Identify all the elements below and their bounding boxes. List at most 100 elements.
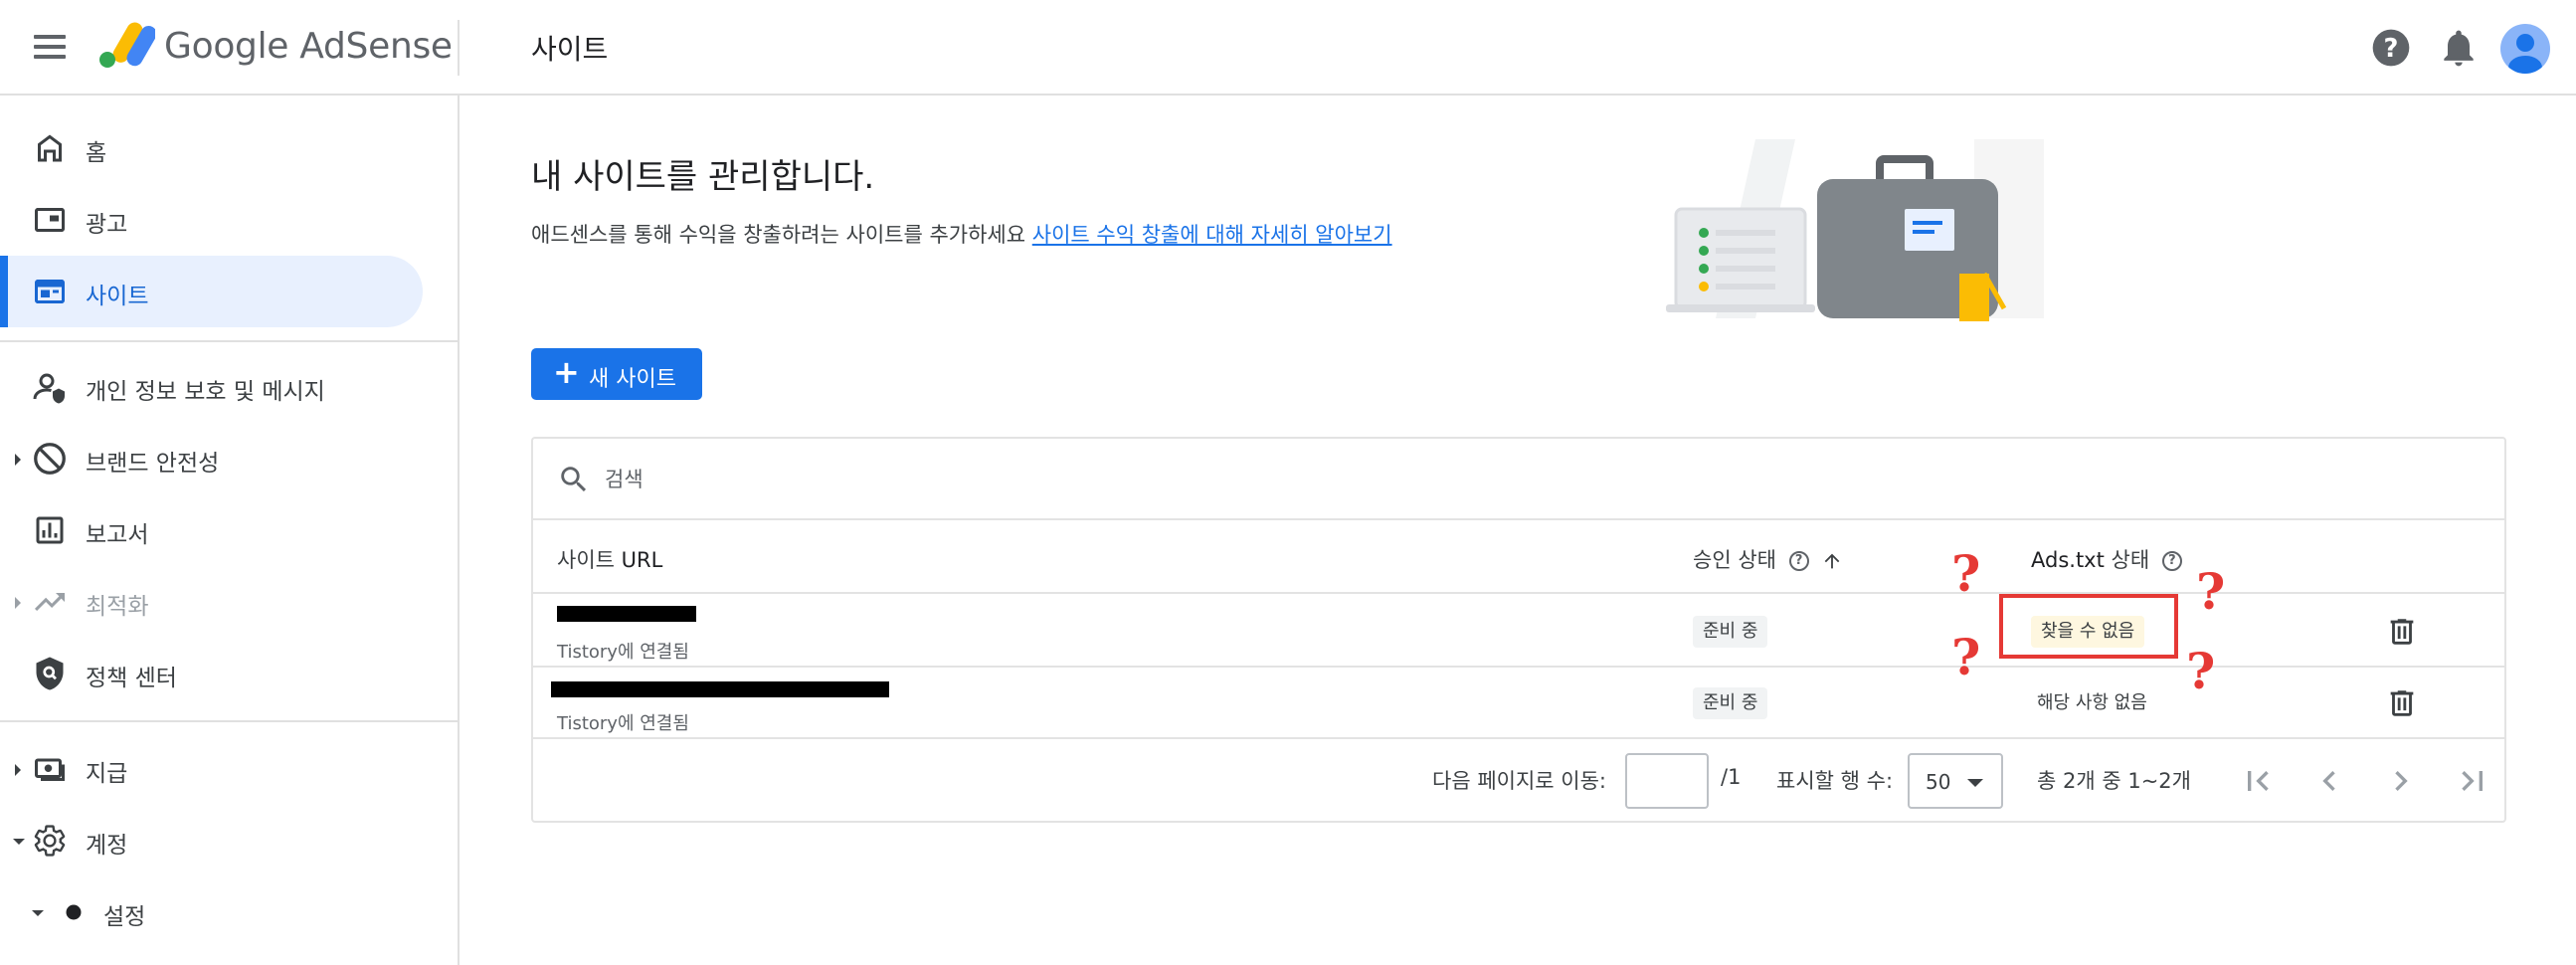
policy-shield-icon — [36, 657, 64, 690]
sidebar-item-policy-center[interactable]: 정책 센터 — [0, 638, 423, 709]
sidebar-item-label: 사이트 — [86, 284, 149, 309]
collapse-caret-icon[interactable] — [32, 910, 44, 916]
header-divider — [458, 20, 460, 76]
sites-icon — [35, 280, 65, 303]
sidebar-divider — [0, 340, 458, 342]
reports-icon — [36, 516, 64, 544]
notifications-icon[interactable] — [2437, 26, 2481, 70]
account-avatar[interactable] — [2500, 24, 2550, 74]
sidebar-item-privacy-messaging[interactable]: 개인 정보 보호 및 메시지 — [0, 351, 423, 423]
delete-icon[interactable] — [2385, 615, 2419, 649]
column-approval-status[interactable]: 승인 상태 ? — [1693, 544, 1843, 574]
platform-connected-text: Tistory에 연결됨 — [557, 642, 689, 663]
sidebar-item-label: 계정 — [86, 833, 128, 859]
page-title: 사이트 — [531, 33, 609, 66]
sidebar-item-account[interactable]: 계정 — [0, 805, 423, 876]
sidebar-item-label: 브랜드 안전성 — [86, 451, 220, 477]
sidebar-divider — [0, 720, 458, 722]
dropdown-arrow-icon — [1967, 779, 1983, 787]
column-approval-label: 승인 상태 — [1693, 548, 1776, 572]
search-bar — [533, 439, 2504, 520]
sidebar-item-settings[interactable]: 설정 — [0, 876, 423, 948]
prev-page-icon[interactable] — [2309, 761, 2349, 801]
column-site-url-prefix: 사이트 — [557, 548, 615, 572]
column-site-url[interactable]: 사이트 URL — [557, 544, 662, 574]
gear-icon — [34, 825, 66, 857]
top-app-bar: Google AdSense 사이트 ? — [0, 0, 2576, 96]
first-page-icon[interactable] — [2238, 761, 2278, 801]
sidebar-item-label: 광고 — [86, 212, 128, 238]
annotation-highlight-box — [1999, 594, 2178, 659]
redacted-site-url — [551, 681, 889, 697]
column-ads-txt-prefix: Ads.txt — [2031, 548, 2105, 572]
sidebar-item-ads[interactable]: 광고 — [0, 184, 423, 256]
sidebar-item-label: 정책 센터 — [86, 666, 177, 691]
menu-icon[interactable] — [30, 30, 70, 66]
ads-icon — [35, 208, 65, 232]
next-page-icon[interactable] — [2381, 761, 2421, 801]
svg-text:?: ? — [2384, 34, 2399, 64]
annotation-question-mark: ? — [1951, 628, 1981, 686]
sidebar-item-label: 설정 — [103, 904, 146, 930]
privacy-messaging-icon — [33, 373, 65, 404]
main-description: 애드센스를 통해 수익을 창출하려는 사이트를 추가하세요 사이트 수익 창출에… — [531, 219, 1392, 249]
sidebar-item-sites[interactable]: 사이트 — [0, 256, 423, 327]
rows-per-page-label: 표시할 행 수: — [1776, 769, 1894, 793]
page-total: /1 — [1721, 765, 1742, 789]
annotation-question-mark: ? — [2186, 642, 2216, 700]
approval-status-chip: 준비 중 — [1693, 616, 1768, 648]
new-site-button[interactable]: + 새 사이트 — [531, 348, 702, 400]
brand-name: Google AdSense — [164, 26, 453, 67]
sidebar-item-label: 홈 — [86, 140, 107, 166]
expand-caret-icon[interactable] — [15, 597, 21, 609]
payments-icon — [35, 758, 65, 781]
sites-table-card: 사이트 URL 승인 상태 ? Ads.txt 상태 ? Tistory에 연결… — [531, 437, 2506, 823]
dot-icon — [66, 904, 82, 920]
expand-caret-icon[interactable] — [15, 764, 21, 776]
learn-more-link[interactable]: 사이트 수익 창출에 대해 자세히 알아보기 — [1032, 223, 1392, 247]
help-circle-icon[interactable]: ? — [2161, 551, 2182, 571]
sites-illustration — [1666, 139, 2044, 321]
platform-connected-text: Tistory에 연결됨 — [557, 713, 689, 734]
sidebar-item-label: 지급 — [86, 761, 128, 787]
delete-icon[interactable] — [2385, 686, 2419, 720]
adsense-logo-icon — [99, 22, 155, 68]
sidebar-item-reports[interactable]: 보고서 — [0, 494, 423, 566]
sidebar-item-brand-safety[interactable]: 브랜드 안전성 — [0, 423, 423, 494]
sidebar-item-label: 보고서 — [86, 522, 149, 548]
sidebar-item-home[interactable]: 홈 — [0, 112, 423, 184]
column-ads-txt-suffix: 상태 — [2111, 548, 2150, 572]
person-icon — [2508, 34, 2542, 74]
description-text: 애드센스를 통해 수익을 창출하려는 사이트를 추가하세요 — [531, 223, 1026, 247]
annotation-question-mark: ? — [2196, 562, 2226, 621]
annotation-question-mark: ? — [1951, 544, 1981, 603]
search-input[interactable] — [605, 461, 1201, 498]
sidebar-item-optimization[interactable]: 최적화 — [0, 566, 423, 638]
plus-icon: + — [553, 353, 580, 391]
column-site-url-label: URL — [621, 548, 663, 572]
search-icon — [561, 467, 587, 492]
help-circle-icon[interactable]: ? — [1788, 551, 1809, 571]
redacted-site-url — [557, 606, 696, 622]
pagination-bar: 다음 페이지로 이동: /1 표시할 행 수: 50 총 2개 중 1~2개 — [533, 739, 2504, 821]
sidebar-item-label: 개인 정보 보호 및 메시지 — [86, 379, 325, 405]
last-page-icon[interactable] — [2453, 761, 2492, 801]
approval-status-chip: 준비 중 — [1693, 687, 1768, 719]
rows-per-page-select[interactable]: 50 — [1908, 753, 2003, 809]
main-heading: 내 사이트를 관리합니다. — [531, 157, 875, 197]
expand-caret-icon[interactable] — [15, 454, 21, 466]
help-icon[interactable]: ? — [2369, 26, 2413, 70]
sidebar-item-payments[interactable]: 지급 — [0, 733, 423, 805]
trending-icon — [35, 593, 65, 611]
home-icon — [38, 134, 62, 162]
column-ads-txt-status[interactable]: Ads.txt 상태 ? — [2031, 544, 2182, 574]
sort-arrow-up-icon[interactable] — [1821, 550, 1843, 572]
collapse-caret-icon[interactable] — [13, 839, 25, 845]
rows-per-page-value: 50 — [1926, 770, 1951, 794]
goto-page-input[interactable] — [1625, 753, 1709, 809]
sidebar: 홈 광고 사이트 개인 정보 보호 및 메시지 브랜드 안전성 보고서 최적화 … — [0, 96, 460, 965]
ads-txt-status-text: 해당 사항 없음 — [2037, 692, 2147, 713]
new-site-label: 새 사이트 — [589, 367, 676, 392]
sidebar-item-label: 최적화 — [86, 594, 149, 620]
block-icon — [34, 443, 66, 475]
